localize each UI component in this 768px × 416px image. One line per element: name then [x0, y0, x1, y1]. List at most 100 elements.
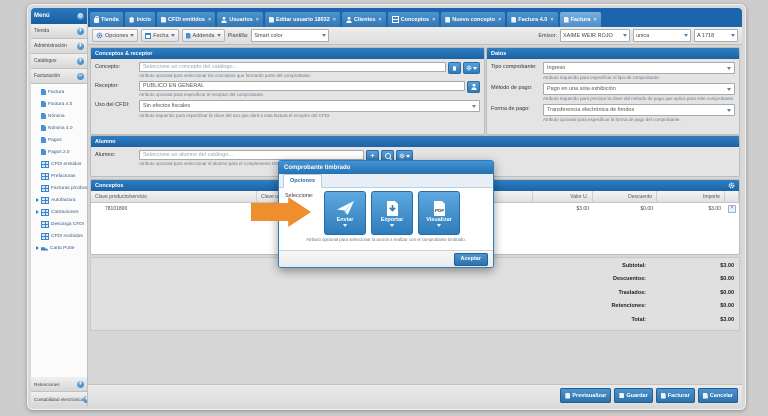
receptor-input[interactable]: [139, 81, 465, 91]
sidebar-group-tienda[interactable]: Tienda +: [31, 24, 87, 39]
sidebar-item-pagos[interactable]: Pagos: [31, 134, 87, 146]
visualizar-button[interactable]: PDF Visualizar: [418, 191, 460, 235]
tipo-comprobante-label: Tipo comprobante:: [491, 64, 537, 70]
concepto-input[interactable]: [139, 62, 446, 72]
tab-factura-active[interactable]: Factura ×: [559, 12, 601, 27]
serie-select[interactable]: A 1718: [694, 29, 738, 42]
document-icon: [41, 137, 46, 143]
document-icon: [41, 113, 46, 119]
gear-icon[interactable]: [728, 182, 735, 189]
document-icon: [41, 101, 46, 107]
chevron-right-icon[interactable]: [36, 198, 39, 202]
sidebar-item-pagos-20[interactable]: Pagos 2.0: [31, 146, 87, 158]
sidebar-item-prefacturas[interactable]: Prefacturas: [31, 170, 87, 182]
document-icon: [185, 32, 191, 39]
close-icon[interactable]: ×: [550, 17, 553, 23]
close-icon[interactable]: ×: [498, 17, 501, 23]
tab-conceptos[interactable]: Conceptos ×: [387, 12, 440, 27]
grid-icon: [41, 220, 49, 228]
concepto-options-button[interactable]: [463, 62, 480, 74]
close-icon[interactable]: ×: [208, 17, 211, 23]
close-icon[interactable]: ×: [256, 17, 259, 23]
metodo-pago-select[interactable]: Pago en una sola exhibición: [543, 83, 735, 95]
close-icon[interactable]: ×: [593, 17, 596, 23]
sidebar-header: Menú ◎: [31, 8, 87, 24]
tipo-comprobante-select[interactable]: Ingreso: [543, 62, 735, 74]
tab-inicio[interactable]: Inicio: [124, 12, 156, 27]
close-icon[interactable]: ×: [333, 17, 336, 23]
sidebar-group-catalogos[interactable]: Catálogos +: [31, 54, 87, 69]
sidebar-group-administracion[interactable]: Administración +: [31, 39, 87, 54]
tab-factura-40[interactable]: Factura 4.0 ×: [507, 12, 558, 27]
remove-row-icon[interactable]: ×: [728, 205, 736, 213]
tab-clientes[interactable]: Clientes ×: [342, 12, 386, 27]
sidebar-item-factura-40[interactable]: Factura 4.0: [31, 98, 87, 110]
close-icon[interactable]: ×: [378, 17, 381, 23]
sidebar-item-nomina-40[interactable]: Nómina 4.0: [31, 122, 87, 134]
guardar-button[interactable]: Guardar: [614, 388, 653, 403]
chevron-down-icon: [216, 34, 221, 37]
col-valor-unitario[interactable]: Valor U.: [533, 191, 593, 202]
fecha-button[interactable]: Fecha: [141, 29, 179, 42]
tipo-comprobante-help: Atributo requerido para especificar el t…: [543, 75, 661, 80]
facturar-button[interactable]: Facturar: [655, 388, 695, 403]
exportar-button[interactable]: Exportar: [371, 191, 413, 235]
tab-opciones[interactable]: Opciones: [283, 174, 323, 188]
tab-usuarios[interactable]: Usuarios ×: [217, 12, 263, 27]
tab-nuevo-concepto[interactable]: Nuevo concepto ×: [441, 12, 506, 27]
sidebar-group-facturacion[interactable]: Facturación −: [31, 69, 87, 84]
plantilla-select[interactable]: Smart color: [251, 29, 330, 42]
sidebar-group-contabilidad[interactable]: Contabilidad electrónica+: [31, 392, 87, 406]
col-descuento[interactable]: Descuento: [593, 191, 657, 202]
tab-editar-usuario[interactable]: Editar usuario 18032 ×: [264, 12, 341, 27]
chevron-right-icon[interactable]: [36, 210, 39, 214]
forma-pago-select[interactable]: Transferencia electrónica de fondos: [543, 104, 735, 116]
sidebar-item-descarga-cfdi[interactable]: Descarga CFDI: [31, 218, 87, 230]
select-receptor-button[interactable]: [467, 81, 480, 93]
sucursal-select[interactable]: unica: [633, 29, 691, 42]
col-clave-producto[interactable]: Clave producto/servicio: [91, 191, 257, 202]
sidebar-item-cfdi-recibidos[interactable]: CFDI recibidos: [31, 230, 87, 242]
cancelar-button[interactable]: Cancelar: [697, 388, 738, 403]
sidebar-item-factura[interactable]: Factura: [31, 86, 87, 98]
dialog-body: Seleccione: Enviar Exportar PDF Visualiz…: [279, 188, 493, 250]
sidebar-item-cfdi-emitidos[interactable]: CFDI emitidos: [31, 158, 87, 170]
user-icon: [221, 16, 228, 23]
alumno-input[interactable]: [139, 150, 364, 160]
total-value: $3.00: [720, 316, 734, 323]
collapse-icon[interactable]: −: [77, 72, 84, 80]
expand-icon[interactable]: +: [83, 395, 87, 403]
document-icon: [563, 16, 569, 23]
aceptar-button[interactable]: Aceptar: [453, 252, 488, 266]
expand-icon[interactable]: +: [77, 42, 84, 50]
sidebar-item-carta-porte[interactable]: Carta Porte: [31, 242, 87, 254]
sidebar-item-autofactura[interactable]: Autofactura: [31, 194, 87, 206]
sidebar-group-retenciones[interactable]: Retenciones +: [31, 377, 87, 392]
dialog-tab-strip: Opciones: [279, 174, 493, 188]
alumno-label: Alumno:: [95, 152, 116, 158]
previsualizar-button[interactable]: Previsualizar: [560, 388, 612, 403]
traslados-label: Traslados:: [618, 289, 646, 296]
emisor-select[interactable]: XAIME WEIR ROJO: [560, 29, 630, 42]
retenciones-value: $0.00: [720, 303, 734, 310]
expand-icon[interactable]: +: [77, 380, 84, 388]
sidebar-item-cotizaciones[interactable]: Cotizaciones: [31, 206, 87, 218]
dialog-help-text: Atributo opcional para seleccionar la ac…: [306, 237, 466, 242]
expand-icon[interactable]: +: [77, 57, 84, 65]
chevron-right-icon[interactable]: [36, 246, 39, 250]
sidebar-item-nomina[interactable]: Nómina: [31, 110, 87, 122]
sidebar-item-facturas-pcobrar[interactable]: Facturas p/cobrar: [31, 182, 87, 194]
close-icon[interactable]: ×: [432, 17, 435, 23]
addenda-button[interactable]: Addenda: [181, 29, 225, 42]
sidebar-pin-icon[interactable]: ◎: [77, 12, 84, 20]
chevron-down-icon: [437, 224, 441, 227]
delete-concepto-button[interactable]: [448, 62, 461, 74]
tab-cfdi-emitidos[interactable]: CFDI emitidos ×: [157, 12, 216, 27]
opciones-button[interactable]: Opciones: [92, 29, 139, 42]
expand-icon[interactable]: +: [77, 27, 84, 35]
col-importe[interactable]: Importe: [657, 191, 725, 202]
tab-tienda[interactable]: Tienda: [90, 12, 123, 27]
uso-cfdi-select[interactable]: Sin efectos fiscales: [139, 100, 480, 112]
enviar-button[interactable]: Enviar: [324, 191, 366, 235]
metodo-pago-label: Método de pago:: [491, 85, 533, 91]
